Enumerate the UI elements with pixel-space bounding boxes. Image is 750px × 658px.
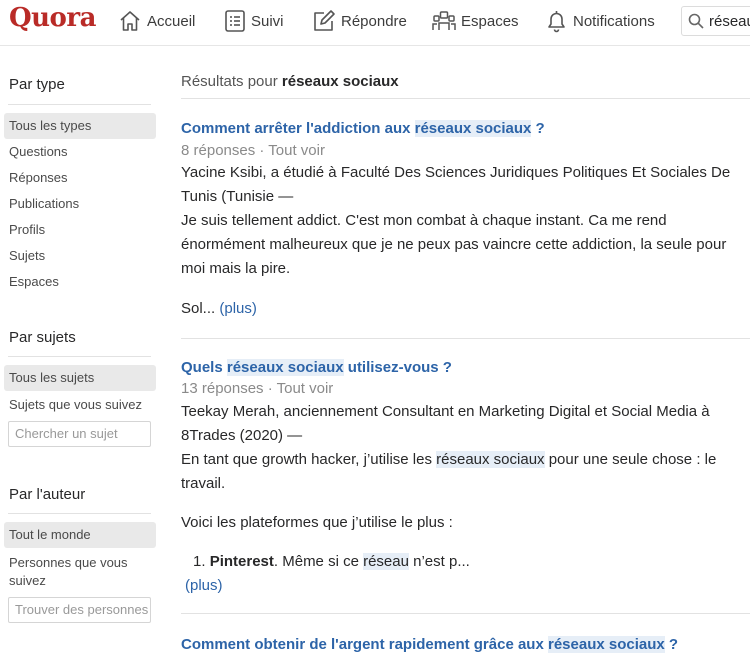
- more-link[interactable]: (plus): [185, 577, 223, 594]
- result-list-item: 1. Pinterest. Même si ce réseau n’est p.…: [193, 550, 733, 574]
- divider: [8, 356, 151, 357]
- title-highlight: réseaux sociaux: [414, 120, 532, 137]
- result-author-line: Teekay Merah, anciennement Consultant en…: [181, 403, 710, 444]
- quora-logo[interactable]: Quora: [9, 3, 96, 33]
- excerpt-highlight: réseaux sociaux: [436, 451, 545, 468]
- result-title-link[interactable]: Quels réseaux sociaux utilisez-vous ?: [181, 359, 452, 376]
- nav-spaces[interactable]: Espaces: [432, 7, 519, 35]
- list-text: . Même si ce: [273, 553, 364, 570]
- filter-heading-type: Par type: [9, 76, 65, 93]
- people-group-icon: [432, 11, 456, 30]
- nav-spaces-label: Espaces: [461, 12, 519, 30]
- filter-profiles[interactable]: Profils: [9, 222, 45, 237]
- filter-all-types[interactable]: Tous les types: [4, 113, 156, 139]
- more-link[interactable]: (plus): [219, 300, 257, 317]
- nav-following-label: Suivi: [251, 12, 284, 30]
- search-icon: [688, 13, 704, 29]
- filter-questions[interactable]: Questions: [9, 144, 68, 159]
- pencil-square-icon: [314, 10, 335, 31]
- filter-topics[interactable]: Sujets: [9, 248, 45, 263]
- result-excerpt: Je suis tellement addict. C'est mon comb…: [181, 212, 727, 277]
- filter-everyone[interactable]: Tout le monde: [4, 522, 156, 548]
- result-meta[interactable]: 13 réponses · Tout voir: [181, 380, 333, 397]
- following-list-icon: [225, 10, 245, 32]
- result-paragraph: Voici les plateformes que j’utilise le p…: [181, 514, 453, 531]
- list-bold: Pinterest: [209, 553, 274, 570]
- list-highlight: réseau: [363, 553, 409, 570]
- result-title-link[interactable]: Comment obtenir de l'argent rapidement g…: [181, 636, 678, 653]
- nav-home[interactable]: Accueil: [118, 7, 195, 35]
- nav-following[interactable]: Suivi: [224, 7, 284, 35]
- filter-spaces[interactable]: Espaces: [9, 274, 59, 289]
- list-number: 1.: [193, 553, 206, 570]
- title-highlight: réseaux sociaux: [547, 636, 665, 653]
- search-input[interactable]: réseau: [681, 6, 750, 36]
- top-navigation-bar: Quora Accueil Suivi Répondre Espaces Not…: [0, 0, 750, 46]
- filter-followed-people[interactable]: Personnes que vous suivez: [9, 554, 139, 590]
- divider: [8, 104, 151, 105]
- filter-followed-topics[interactable]: Sujets que vous suivez: [9, 397, 142, 412]
- filter-all-topics[interactable]: Tous les sujets: [4, 365, 156, 391]
- home-icon: [120, 11, 140, 31]
- list-text: n’est p...: [408, 553, 470, 570]
- divider: [181, 613, 750, 614]
- results-header: Résultats pour réseaux sociaux: [181, 73, 399, 90]
- title-text: utilisez-vous ?: [343, 359, 452, 376]
- excerpt-tail-text: Sol...: [181, 300, 220, 317]
- title-text: Comment arrêter l'addiction aux: [181, 120, 415, 137]
- nav-answer-label: Répondre: [341, 12, 407, 30]
- result-meta[interactable]: 8 réponses · Tout voir: [181, 142, 325, 159]
- author-search-input[interactable]: Trouver des personnes: [8, 597, 151, 623]
- title-text: ?: [664, 636, 679, 653]
- results-query: réseaux sociaux: [281, 73, 399, 90]
- title-text: Comment obtenir de l'argent rapidement g…: [181, 636, 548, 653]
- result-excerpt: En tant que growth hacker, j’utilise les…: [181, 448, 746, 496]
- title-text: Quels: [181, 359, 227, 376]
- filter-answers[interactable]: Réponses: [9, 170, 68, 185]
- result-author-line: Yacine Ksibi, a étudié à Faculté Des Sci…: [181, 164, 731, 205]
- title-highlight: réseaux sociaux: [226, 359, 344, 376]
- filter-posts[interactable]: Publications: [9, 196, 79, 211]
- nav-answer[interactable]: Répondre: [312, 7, 407, 35]
- nav-notifications-label: Notifications: [573, 12, 655, 30]
- nav-home-label: Accueil: [147, 12, 196, 30]
- title-text: ?: [531, 120, 545, 137]
- divider: [8, 513, 151, 514]
- excerpt-text: En tant que growth hacker, j’utilise les: [181, 451, 437, 468]
- result-title-link[interactable]: Comment arrêter l'addiction aux réseaux …: [181, 120, 545, 137]
- bell-icon: [548, 11, 565, 33]
- results-prefix: Résultats pour: [181, 73, 282, 90]
- filter-heading-topics: Par sujets: [9, 329, 76, 346]
- search-value: réseau: [709, 12, 750, 30]
- divider: [181, 98, 750, 99]
- divider: [181, 338, 750, 339]
- topic-search-input[interactable]: Chercher un sujet: [8, 421, 151, 447]
- result-more: (plus): [185, 574, 750, 598]
- nav-notifications[interactable]: Notifications: [545, 7, 655, 35]
- result-excerpt-tail: Sol... (plus): [181, 297, 746, 321]
- filter-heading-author: Par l'auteur: [9, 486, 86, 503]
